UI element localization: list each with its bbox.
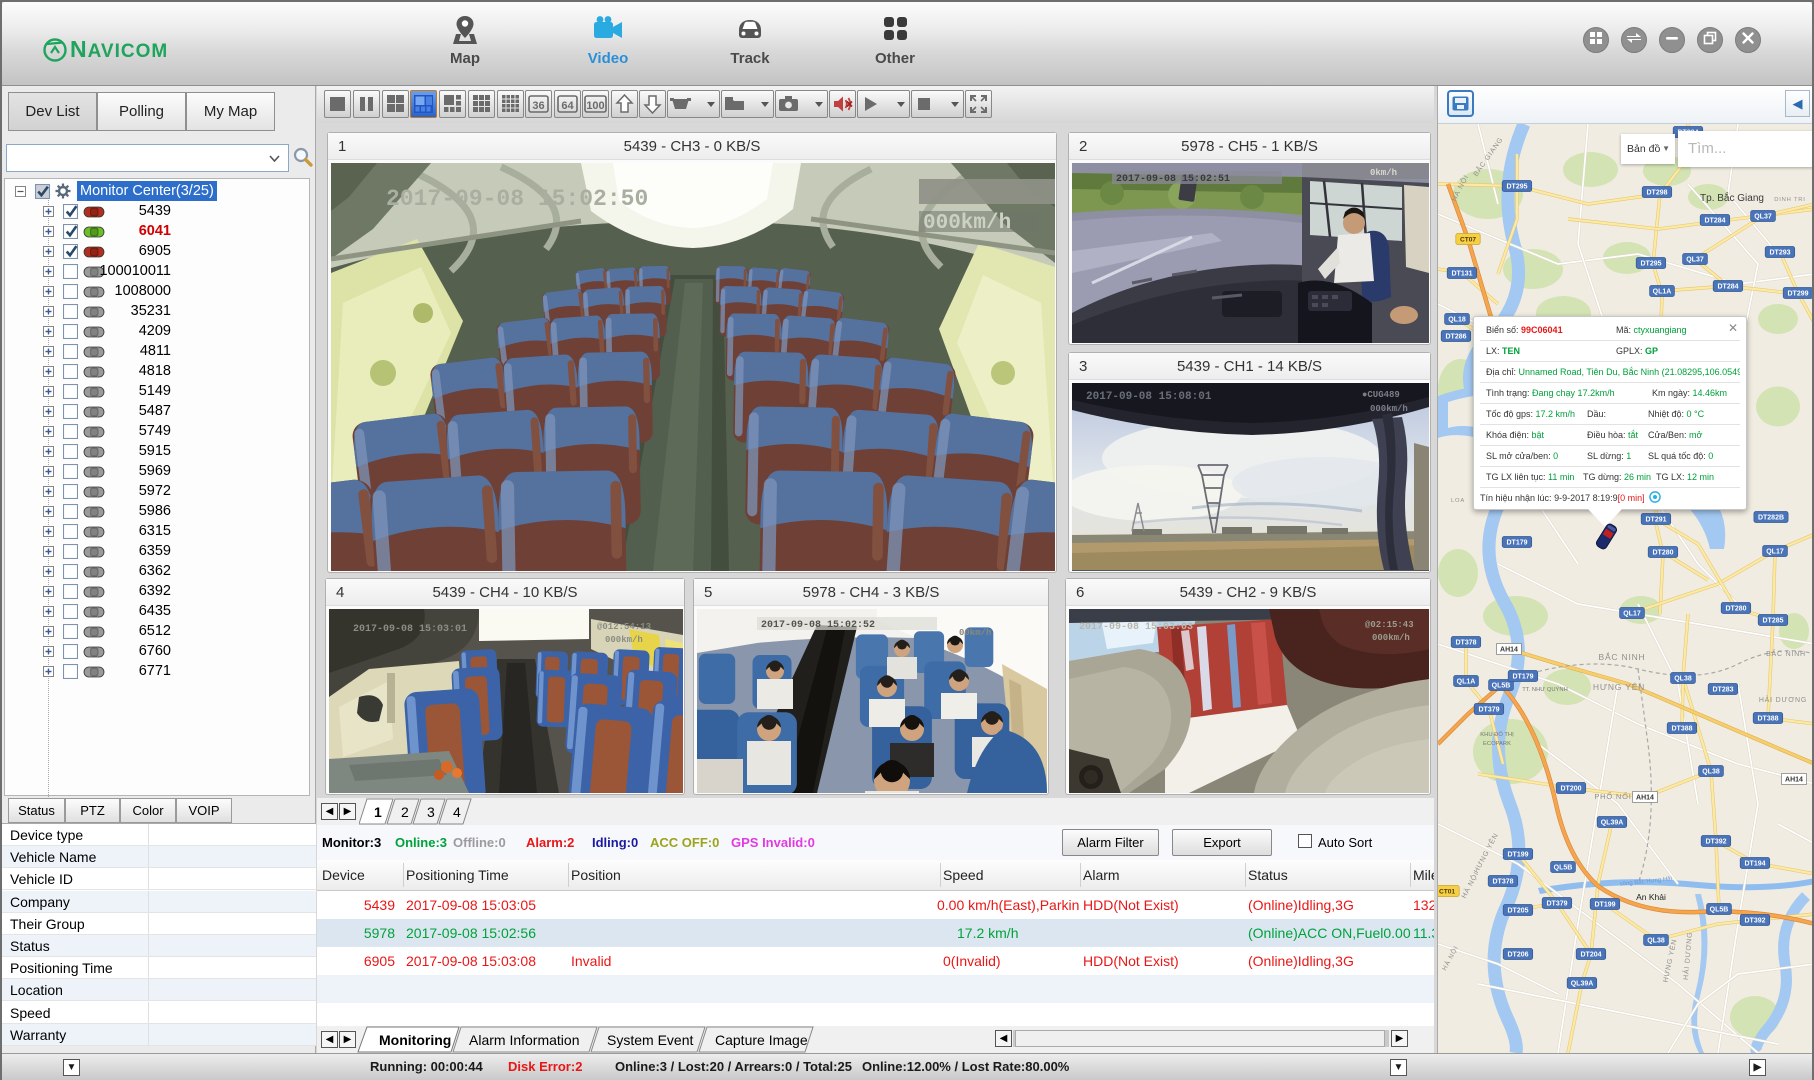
svg-text:Monitoring: Monitoring — [379, 1032, 451, 1048]
svg-text:QL37: QL37 — [1686, 257, 1704, 264]
svg-text:000km/h: 000km/h — [1370, 404, 1408, 414]
svg-text:3: 3 — [427, 804, 435, 820]
svg-text:HƯNG YÊN: HƯNG YÊN — [1593, 682, 1645, 692]
svg-text:Capture Image: Capture Image — [715, 1032, 808, 1048]
svg-text:BẮC NINH: BẮC NINH — [1766, 649, 1806, 658]
svg-text:CT07: CT07 — [1460, 237, 1476, 244]
svg-text:QL18: QL18 — [1448, 317, 1466, 324]
svg-text:DINH TRI: DINH TRI — [1774, 197, 1805, 203]
svg-text:@02:15:43: @02:15:43 — [1365, 620, 1414, 630]
svg-text:4: 4 — [453, 804, 461, 820]
svg-text:An Khải: An Khải — [1636, 892, 1666, 902]
svg-text:DT286: DT286 — [1445, 334, 1466, 341]
svg-text:DT295: DT295 — [1640, 261, 1661, 268]
svg-text:000km/h: 000km/h — [923, 212, 1011, 235]
svg-text:QL38: QL38 — [1702, 769, 1720, 776]
svg-text:BẮC NINH: BẮC NINH — [1598, 652, 1645, 662]
svg-text:DT179: DT179 — [1512, 674, 1533, 681]
svg-text:DT283: DT283 — [1712, 687, 1733, 694]
svg-text:000km/h: 000km/h — [605, 635, 643, 645]
svg-text:36: 36 — [532, 100, 544, 112]
svg-text:2017-09-08 15:08:01: 2017-09-08 15:08:01 — [1086, 391, 1212, 403]
svg-text:2: 2 — [401, 804, 409, 820]
svg-text:64: 64 — [561, 100, 574, 112]
svg-text:DT379: DT379 — [1478, 707, 1499, 714]
svg-text:DT200: DT200 — [1560, 786, 1581, 793]
svg-text:@012:54:13: @012:54:13 — [597, 622, 651, 632]
svg-text:1: 1 — [374, 804, 382, 820]
svg-text:DT291: DT291 — [1645, 517, 1666, 524]
svg-text:PHỐ NỐI: PHỐ NỐI — [1594, 791, 1631, 801]
svg-text:DT204: DT204 — [1580, 952, 1601, 959]
svg-text:DT280: DT280 — [1652, 550, 1673, 557]
svg-text:DT131: DT131 — [1451, 271, 1472, 278]
svg-text:2017-09-08 15:02:52: 2017-09-08 15:02:52 — [761, 620, 875, 631]
svg-text:DT293: DT293 — [1769, 250, 1790, 257]
svg-text:DT206: DT206 — [1507, 952, 1528, 959]
svg-text:QL17: QL17 — [1623, 611, 1641, 618]
svg-text:AH14: AH14 — [1785, 777, 1803, 784]
svg-text:DT388: DT388 — [1671, 726, 1692, 733]
svg-text:DT194: DT194 — [1744, 861, 1765, 868]
svg-text:DT295: DT295 — [1506, 184, 1527, 191]
svg-text:DT298: DT298 — [1646, 190, 1667, 197]
svg-text:DT379: DT379 — [1546, 901, 1567, 908]
svg-text:QL37: QL37 — [1754, 214, 1772, 221]
svg-text:AH14: AH14 — [1636, 795, 1654, 802]
svg-text:DT199: DT199 — [1507, 852, 1528, 859]
svg-text:QL5B: QL5B — [1492, 683, 1511, 690]
svg-text:QL1A: QL1A — [1653, 289, 1672, 296]
svg-text:LOA: LOA — [1451, 498, 1465, 504]
svg-text:DT179: DT179 — [1506, 540, 1527, 547]
svg-text:ECOPARK: ECOPARK — [1483, 741, 1511, 747]
svg-text:Tp. Bắc Giang: Tp. Bắc Giang — [1700, 191, 1764, 204]
svg-text:TT. NHƯ QUỲNH: TT. NHƯ QUỲNH — [1522, 686, 1568, 693]
svg-text:DT284: DT284 — [1704, 218, 1725, 225]
svg-text:DT199: DT199 — [1594, 902, 1615, 909]
svg-text:DT378: DT378 — [1455, 640, 1476, 647]
svg-text:2017-09-08 15:03:03: 2017-09-08 15:03:03 — [1079, 622, 1193, 633]
svg-text:DT285: DT285 — [1762, 618, 1783, 625]
svg-text:QL17: QL17 — [1766, 549, 1784, 556]
svg-text:DT280: DT280 — [1725, 606, 1746, 613]
svg-text:●CUG489: ●CUG489 — [1362, 390, 1400, 400]
svg-text:DT388: DT388 — [1757, 716, 1778, 723]
svg-text:System Event: System Event — [607, 1032, 693, 1048]
svg-text:QL38: QL38 — [1647, 938, 1665, 945]
svg-text:CT01: CT01 — [1439, 889, 1455, 896]
svg-text:DT299: DT299 — [1787, 291, 1808, 298]
svg-text:00km/h: 00km/h — [959, 628, 991, 638]
svg-text:Alarm Information: Alarm Information — [469, 1032, 579, 1048]
svg-text:DT378: DT378 — [1492, 879, 1513, 886]
svg-text:0km/h: 0km/h — [1370, 168, 1397, 178]
svg-text:100: 100 — [586, 100, 604, 112]
svg-text:DT282B: DT282B — [1758, 515, 1784, 522]
svg-text:AH14: AH14 — [1500, 647, 1518, 654]
svg-text:QL1A: QL1A — [1457, 679, 1476, 686]
svg-text:QL39A: QL39A — [1601, 820, 1624, 827]
svg-text:DT392: DT392 — [1744, 918, 1765, 925]
svg-text:DT205: DT205 — [1507, 908, 1528, 915]
svg-text:000km/h: 000km/h — [1372, 633, 1410, 643]
svg-text:DT284: DT284 — [1717, 284, 1738, 291]
svg-text:DT392: DT392 — [1705, 839, 1726, 846]
svg-text:2017-09-08 15:02:50: 2017-09-08 15:02:50 — [386, 186, 648, 212]
svg-text:2017-09-08 15:03:01: 2017-09-08 15:03:01 — [353, 624, 467, 635]
svg-text:2017-09-08 15:02:51: 2017-09-08 15:02:51 — [1116, 174, 1230, 185]
svg-text:QL39A: QL39A — [1571, 981, 1594, 988]
svg-text:KHU ĐÔ THỊ: KHU ĐÔ THỊ — [1480, 731, 1514, 738]
svg-text:QL5B: QL5B — [1710, 907, 1729, 914]
svg-text:QL5B: QL5B — [1554, 865, 1573, 872]
svg-text:QL38: QL38 — [1674, 676, 1692, 683]
svg-text:HẢI DƯƠNG: HẢI DƯƠNG — [1759, 695, 1807, 704]
